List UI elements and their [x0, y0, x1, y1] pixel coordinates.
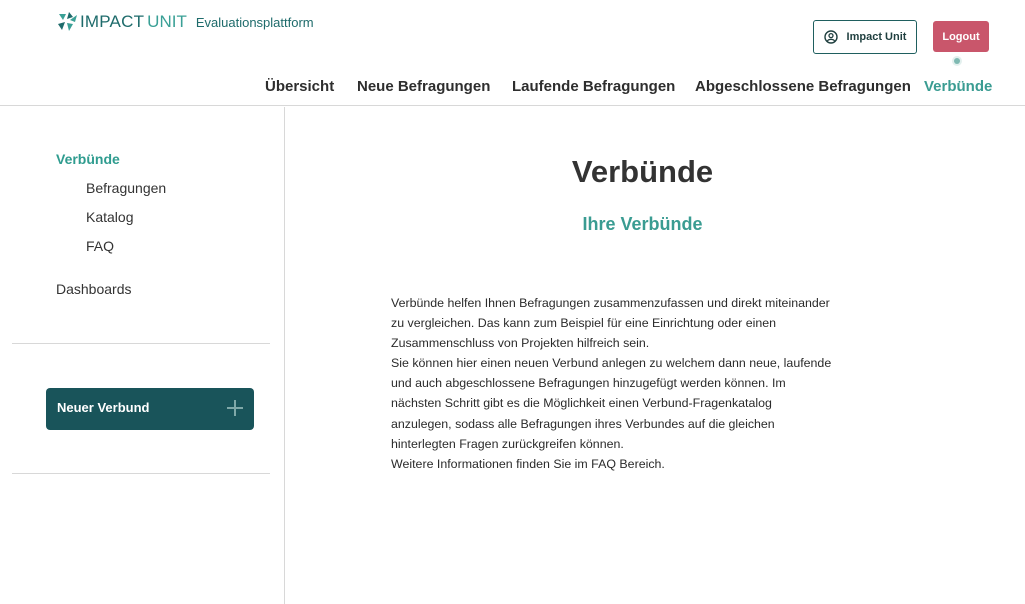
intro-line: und auch abgeschlossene Befragungen hinz… [391, 376, 786, 391]
sidebar-item-befragungen[interactable]: Befragungen [86, 180, 166, 196]
brand-name-unit: UNIT [147, 12, 187, 31]
page-title: Verbünde [571, 154, 714, 189]
logout-button[interactable]: Logout [933, 21, 989, 52]
sidebar-divider [12, 343, 270, 344]
sidebar-item-faq[interactable]: FAQ [86, 238, 114, 254]
nav-item-neue-befragungen[interactable]: Neue Befragungen [357, 78, 490, 95]
brand-subtitle: Evaluationsplattform [195, 14, 314, 30]
header: IMPACT UNIT Evaluationsplattform Impact … [0, 0, 1025, 106]
brand-name-impact: IMPACT [80, 12, 145, 31]
user-account-label: Impact Unit [846, 31, 907, 43]
top-navigation: Übersicht Neue Befragungen Laufende Befr… [0, 78, 1025, 100]
intro-line: Zusammenschluss von Projekten hilfreich … [391, 336, 650, 351]
nav-item-verbuende[interactable]: Verbünde [924, 78, 992, 95]
intro-text: Verbünde helfen Ihnen Befragungen zusamm… [391, 293, 901, 474]
section-subtitle: Ihre Verbünde [582, 214, 703, 234]
nav-item-uebersicht[interactable]: Übersicht [265, 78, 334, 95]
intro-line: Verbünde helfen Ihnen Befragungen zusamm… [391, 296, 830, 310]
intro-line: anzulegen, sodass alle Befragungen ihres… [391, 416, 775, 431]
intro-line: nächsten Schritt gibt es die Möglichkeit… [391, 396, 772, 411]
main-content: Verbünde Ihre Verbünde Verbünde helfen I… [286, 107, 1025, 604]
plus-icon [227, 400, 243, 416]
intro-line: Weitere Informationen finden Sie im FAQ … [391, 456, 665, 471]
sidebar-item-katalog[interactable]: Katalog [86, 209, 133, 225]
intro-line: zu vergleichen. Das kann zum Beispiel fü… [391, 316, 777, 331]
logout-label: Logout [942, 30, 980, 43]
brand-logo[interactable]: IMPACT UNIT Evaluationsplattform [57, 12, 314, 32]
new-verbund-button[interactable]: Neuer Verbund [46, 388, 254, 430]
sidebar-item-dashboards[interactable]: Dashboards [56, 281, 132, 297]
sidebar: Verbünde Befragungen Katalog FAQ Dashboa… [0, 107, 285, 604]
status-indicator [954, 58, 960, 64]
intro-line: hinterlegten Fragen zurückgreifen können… [391, 436, 624, 451]
intro-line: Sie können hier einen neuen Verbund anle… [391, 356, 832, 371]
sidebar-item-verbuende[interactable]: Verbünde [56, 151, 120, 167]
user-account-button[interactable]: Impact Unit [813, 20, 917, 54]
user-circle-icon [823, 30, 838, 44]
nav-item-abgeschlossene-befragungen[interactable]: Abgeschlossene Befragungen [695, 78, 911, 95]
sidebar-divider [12, 473, 270, 474]
nav-item-laufende-befragungen[interactable]: Laufende Befragungen [512, 78, 675, 95]
new-verbund-label: Neuer Verbund [57, 400, 150, 415]
impact-unit-logo-icon [58, 12, 77, 31]
